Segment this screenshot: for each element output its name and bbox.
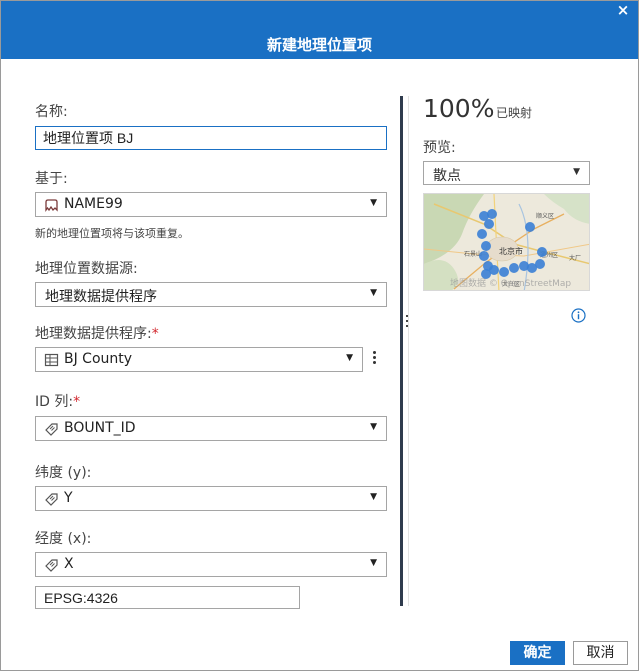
tag-icon [45, 559, 58, 572]
splitter-grip-icon[interactable] [406, 315, 409, 329]
map-preview: 顺义区 北京市 通州区 大兴区 石景山 大厂 地图数据 © OpenStreet… [423, 193, 590, 291]
chevron-down-icon: ▼ [370, 422, 377, 432]
scatter-point [509, 263, 519, 273]
provider-value: BJ County [64, 351, 133, 367]
mapped-percent: 100% [423, 94, 495, 123]
based-on-select[interactable]: NAME99 ▼ [35, 192, 387, 217]
more-options-icon[interactable] [371, 350, 377, 368]
latitude-label: 纬度 (y): [35, 465, 92, 481]
scatter-point [479, 251, 489, 261]
map-label: 北京市 [499, 246, 523, 256]
provider-label: 地理数据提供程序:* [35, 326, 159, 342]
map-watermark: 地图数据 © OpenStreetMap [450, 277, 571, 289]
cancel-button[interactable]: 取消 [573, 641, 628, 665]
required-marker: * [151, 326, 159, 342]
latitude-select[interactable]: Y ▼ [35, 486, 387, 511]
map-label: 顺义区 [536, 213, 554, 220]
scatter-point [487, 209, 497, 219]
scatter-point [481, 241, 491, 251]
chevron-down-icon: ▼ [573, 167, 580, 177]
scatter-point [499, 267, 509, 277]
based-on-label: 基于: [35, 171, 68, 187]
epsg-input[interactable] [35, 586, 300, 609]
geo-shape-icon [45, 199, 58, 212]
mapped-label: 已映射 [496, 106, 533, 120]
based-on-value: NAME99 [64, 196, 123, 212]
provider-select[interactable]: BJ County ▼ [35, 347, 363, 372]
id-column-value: BOUNT_ID [64, 420, 136, 436]
dialog-titlebar: 新建地理位置项 × [1, 1, 638, 59]
scatter-point [477, 229, 487, 239]
chevron-down-icon: ▼ [370, 558, 377, 568]
scatter-point [537, 247, 547, 257]
panel-splitter[interactable] [400, 96, 403, 606]
ok-button[interactable]: 确定 [510, 641, 565, 665]
latitude-value: Y [64, 490, 73, 506]
preview-label: 预览: [423, 140, 456, 156]
source-select[interactable]: 地理数据提供程序 ▼ [35, 282, 387, 307]
chevron-down-icon: ▼ [370, 492, 377, 502]
longitude-select[interactable]: X ▼ [35, 552, 387, 577]
scatter-point [535, 259, 545, 269]
divider [408, 96, 409, 606]
tag-icon [45, 493, 58, 506]
duplicate-hint: 新的地理位置项将与该项重复。 [35, 227, 189, 240]
scatter-point [525, 222, 535, 232]
info-icon[interactable] [571, 308, 586, 323]
tag-icon [45, 423, 58, 436]
source-label: 地理位置数据源: [35, 261, 138, 277]
new-geo-item-dialog: 新建地理位置项 × 名称: 基于: NAME99 ▼ 新的地理位置项将与该项重复… [0, 0, 639, 671]
name-input[interactable] [35, 126, 387, 150]
longitude-value: X [64, 556, 74, 572]
preview-type-value: 散点 [433, 168, 461, 184]
dialog-title: 新建地理位置项 [266, 36, 372, 54]
chevron-down-icon: ▼ [370, 288, 377, 298]
table-icon [44, 353, 59, 367]
map-canvas: 顺义区 北京市 通州区 大兴区 石景山 大厂 地图数据 © OpenStreet… [424, 194, 589, 290]
map-label: 大厂 [569, 254, 581, 262]
source-value: 地理数据提供程序 [45, 289, 157, 305]
id-column-label: ID 列:* [35, 394, 81, 410]
scatter-point [484, 219, 494, 229]
scatter-point [489, 265, 499, 275]
required-marker: * [73, 394, 81, 410]
close-icon[interactable]: × [616, 3, 630, 18]
name-label: 名称: [35, 104, 68, 120]
longitude-label: 经度 (x): [35, 531, 92, 547]
chevron-down-icon: ▼ [346, 353, 353, 363]
preview-type-select[interactable]: 散点 ▼ [423, 161, 590, 185]
id-column-select[interactable]: BOUNT_ID ▼ [35, 416, 387, 441]
chevron-down-icon: ▼ [370, 198, 377, 208]
